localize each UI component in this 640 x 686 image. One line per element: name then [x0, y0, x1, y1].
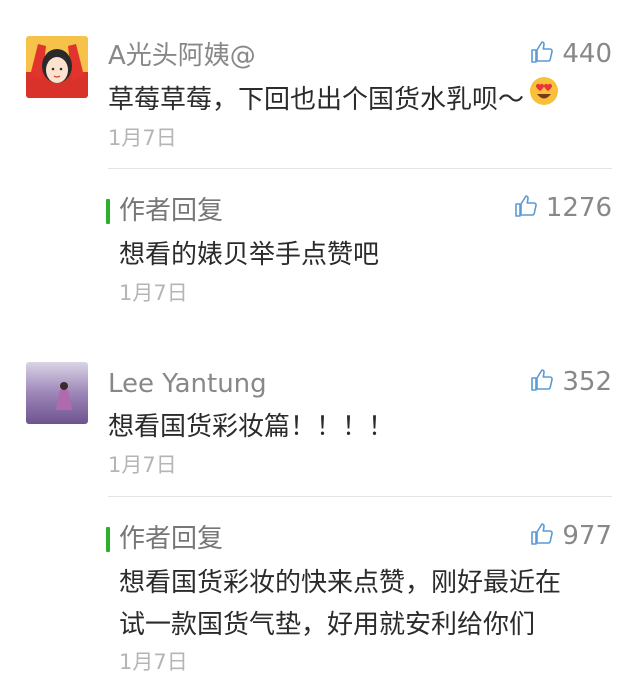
- reply-indicator-bar: [106, 199, 110, 224]
- avatar[interactable]: [26, 362, 88, 424]
- avatar[interactable]: [26, 36, 88, 98]
- divider: [108, 496, 612, 497]
- comment-date: 1月7日: [108, 453, 177, 477]
- thumbs-up-icon: [530, 522, 554, 550]
- comment-text: 想看国货彩妆篇！！！！: [108, 412, 395, 442]
- comment-date: 1月7日: [108, 126, 177, 150]
- reply-like-count: 1276: [545, 193, 612, 223]
- reply-text-line: 试一款国货气垫，好用就安利给你们: [119, 610, 536, 640]
- reply-indicator-bar: [106, 527, 110, 552]
- like-count: 352: [562, 367, 612, 397]
- commenter-name[interactable]: A光头阿姨@: [108, 40, 256, 72]
- like-count: 440: [562, 39, 612, 69]
- author-reply-label: 作者回复: [119, 524, 224, 554]
- author-reply-label: 作者回复: [119, 196, 224, 226]
- reply-text: 想看的婊贝举手点赞吧: [119, 240, 380, 270]
- commenter-name[interactable]: Lee Yantung: [108, 368, 267, 400]
- reply-text-line: 想看国货彩妆的快来点赞，刚好最近在: [119, 568, 562, 598]
- divider: [108, 168, 612, 169]
- thumbs-up-icon: [514, 194, 538, 222]
- reply-like-button[interactable]: 1276: [514, 190, 612, 226]
- thumbs-up-icon: [530, 40, 554, 68]
- like-button[interactable]: 352: [530, 364, 612, 400]
- heart-eyes-emoji-icon: [528, 75, 560, 121]
- reply-date: 1月7日: [119, 650, 188, 674]
- reply-like-button[interactable]: 977: [530, 518, 612, 554]
- comment-text: 草莓草莓，下回也出个国货水乳呗～: [108, 75, 560, 122]
- like-button[interactable]: 440: [530, 36, 612, 72]
- reply-like-count: 977: [562, 521, 612, 551]
- reply-date: 1月7日: [119, 281, 188, 305]
- thumbs-up-icon: [530, 368, 554, 396]
